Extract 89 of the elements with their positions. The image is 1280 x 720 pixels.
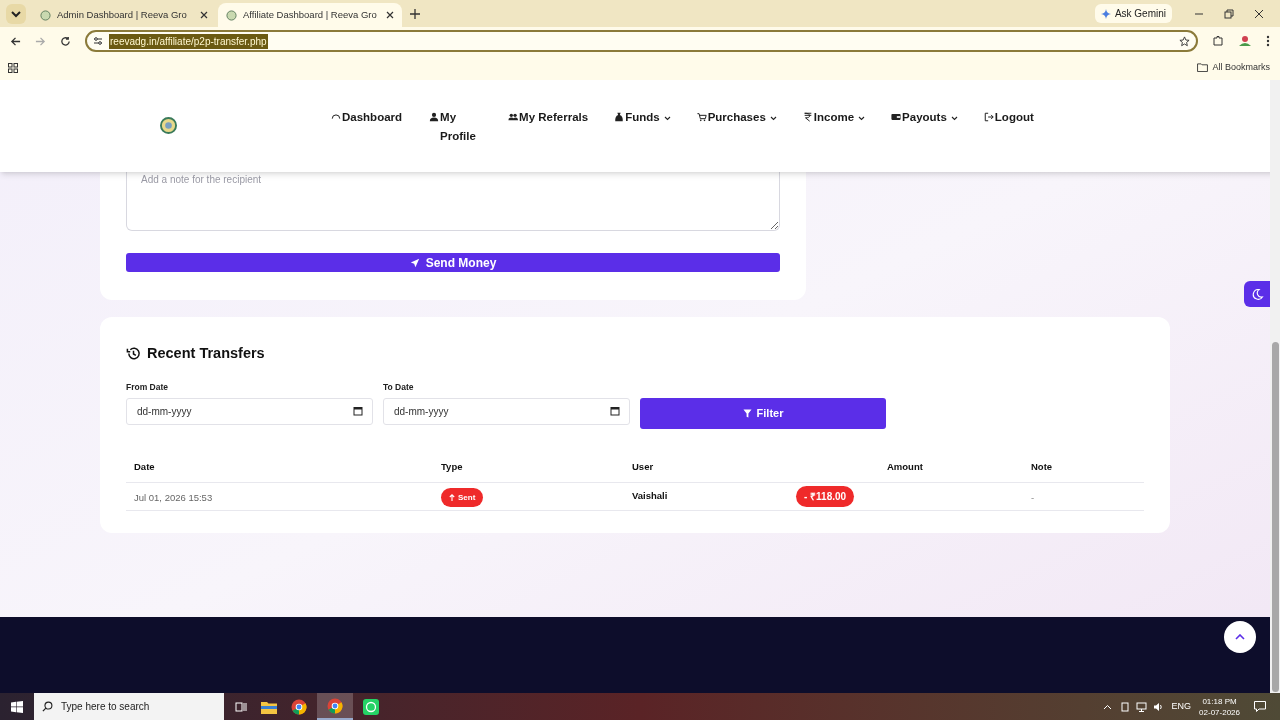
folder-app-icon[interactable] [261,699,277,714]
reload-icon[interactable] [60,35,71,47]
column-header: Note [1031,461,1053,472]
new-tab-icon[interactable] [410,9,420,19]
globe-icon [40,9,51,21]
field-label: From Date [126,380,170,394]
close-icon[interactable] [200,11,208,19]
calendar-icon[interactable] [353,405,363,416]
chevron-up-icon[interactable] [1102,703,1112,710]
ask-gemini-button[interactable]: Ask Gemini [1094,4,1172,23]
folder-icon[interactable] [1197,63,1209,72]
wallet-icon [891,112,902,122]
all-bookmarks-link[interactable]: All Bookmarks [1212,60,1270,75]
language-indicator[interactable]: ENG [1171,699,1192,714]
nav-link[interactable]: Dashboard [331,108,403,127]
globe-icon [226,9,237,21]
close-window-icon[interactable] [1254,9,1264,19]
apps-grid-icon[interactable] [8,62,18,73]
calendar-icon[interactable] [610,405,620,416]
star-icon[interactable] [1179,35,1190,47]
chat-app-icon[interactable] [363,698,379,715]
moon-icon [1250,287,1264,301]
gauge-icon [331,112,341,122]
table-cell-text: Vaishali [632,488,669,503]
notifications-icon[interactable] [1254,701,1266,712]
sparkle-icon [1100,8,1111,19]
windows-start-icon[interactable] [11,700,23,713]
tab-title: Affiliate Dashboard | Reeva Gro [243,7,378,22]
paper-plane-icon [409,257,420,268]
nav-link[interactable]: Funds [614,108,671,127]
exit-icon [983,112,994,122]
send-money-button[interactable]: Send Money [126,253,780,272]
close-icon[interactable] [386,11,394,19]
money-bag-icon [614,112,625,122]
date-field[interactable]: dd-mm-yyyy [383,397,630,425]
note-field[interactable]: Add a note for the recipient [126,172,780,231]
taskbar-search-field[interactable]: Type here to search [34,693,224,720]
logo-icon [160,117,177,134]
extensions-icon[interactable] [1212,35,1224,47]
network-icon[interactable] [1135,701,1147,712]
column-header: Date [134,461,155,472]
search-icon [42,701,53,712]
section-title: Recent Transfers [147,344,265,363]
nav-link[interactable]: Payouts [891,108,958,127]
more-icon[interactable] [1266,35,1270,47]
amount-badge: - ₹118.00 [796,485,855,507]
clock-time[interactable]: 01:18 PM [1202,695,1237,707]
tab-list-icon[interactable] [6,4,26,24]
nav-link[interactable]: Logout [983,108,1034,127]
search-placeholder: Type here to search [61,700,150,714]
scrollbar[interactable] [1270,80,1280,693]
chrome-app-icon[interactable] [291,698,307,715]
active-app-button[interactable] [317,693,353,720]
cart-icon [696,112,707,122]
filter-icon [742,408,752,418]
table-cell: - [1031,492,1035,503]
date-field[interactable]: dd-mm-yyyy [126,397,373,425]
profile-avatar-icon[interactable] [1238,34,1252,48]
back-icon[interactable] [10,35,21,47]
site-settings-icon[interactable] [93,36,103,46]
people-icon [508,112,519,122]
nav-link[interactable]: Purchases [696,108,777,127]
table-cell: Jul 01, 2026 15:53 [134,492,213,503]
address-bar[interactable]: reevadg.in/affiliate/p2p-transfer.php [85,30,1198,52]
column-header: User [632,461,654,472]
dark-mode-button[interactable] [1244,281,1270,307]
tab-title: Admin Dashboard | Reeva Gro [57,7,188,22]
chrome-app-icon [327,697,343,714]
nav-link[interactable]: My Referrals [508,108,589,127]
type-badge: Sent [441,488,484,507]
arrow-up-icon [449,494,455,501]
clock-date[interactable]: 02-07-2026 [1199,706,1240,718]
column-header: Amount [887,461,923,472]
history-icon [126,346,141,362]
nav-link[interactable]: Income [802,108,866,127]
chevron-up-icon [1235,634,1245,640]
nav-link[interactable]: My Profile [429,108,482,146]
field-label: To Date [383,380,415,394]
volume-icon[interactable] [1152,701,1164,712]
url-text: reevadg.in/affiliate/p2p-transfer.php [109,33,268,49]
column-header: Type [441,461,463,472]
task-view-icon[interactable] [235,700,247,713]
device-icon[interactable] [1119,701,1130,712]
rupee-icon [802,112,813,122]
person-icon [429,112,440,122]
restore-icon[interactable] [1224,9,1234,19]
browser-tab[interactable]: Affiliate Dashboard | Reeva Gro [218,3,402,27]
filter-button[interactable]: Filter [640,397,886,429]
browser-tab[interactable]: Admin Dashboard | Reeva Gro [32,3,216,27]
